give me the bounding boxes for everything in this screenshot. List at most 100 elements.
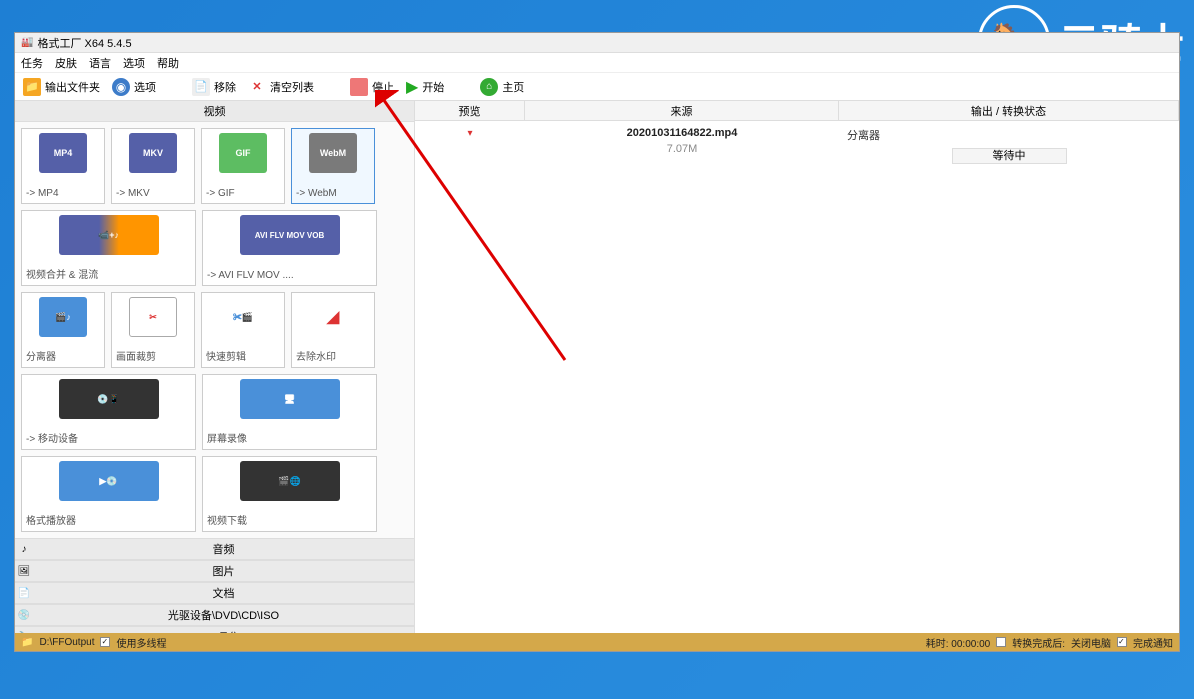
format-mp4[interactable]: MP4 -> MP4: [21, 128, 105, 204]
merge-icon: 📹+♪: [59, 215, 159, 255]
stop-label: 停止: [372, 79, 394, 95]
menu-bar: 任务 皮肤 语言 选项 帮助: [15, 53, 1179, 73]
doc-cat-icon: 📄: [15, 588, 33, 599]
category-image[interactable]: 🖼图片: [15, 560, 414, 582]
queue-rows: ▾ 20201031164822.mp4 7.07M 分离器 等待中: [415, 121, 1179, 633]
title-bar[interactable]: 🏭 格式工厂 X64 5.4.5: [15, 33, 1179, 53]
queue-column-headers: 预览 来源 输出 / 转换状态: [415, 101, 1179, 121]
image-icon: 🖼: [15, 566, 33, 577]
multithread-label: 使用多线程: [116, 635, 166, 650]
category-audio[interactable]: ♪音频: [15, 538, 414, 560]
cell-preview: ▾: [415, 125, 525, 165]
stop-button[interactable]: 停止: [346, 76, 398, 98]
status-bar: 📁 D:\FFOutput 使用多线程 耗时: 00:00:00 转换完成后: …: [15, 633, 1179, 651]
format-merge[interactable]: 📹+♪ 视频合并 & 混流: [21, 210, 196, 286]
webm-icon: WebM: [309, 133, 357, 173]
home-label: 主页: [502, 79, 524, 95]
category-document[interactable]: 📄文档: [15, 582, 414, 604]
app-icon: 🏭: [21, 37, 33, 48]
remove-label: 移除: [214, 79, 236, 95]
format-player[interactable]: ▶💿 格式播放器: [21, 456, 196, 532]
document-icon: 📄: [192, 78, 210, 96]
options-label: 选项: [134, 79, 156, 95]
disc-icon: 💿: [15, 610, 33, 621]
output-path[interactable]: D:\FFOutput: [39, 637, 94, 648]
format-grid: MP4 -> MP4 MKV -> MKV GIF -> GIF WebM ->…: [15, 122, 414, 538]
separator-icon: 🎬♪: [39, 297, 87, 337]
output-task: 分离器: [841, 127, 1177, 143]
menu-help[interactable]: 帮助: [157, 55, 179, 71]
stop-icon: [350, 78, 368, 96]
menu-options[interactable]: 选项: [123, 55, 145, 71]
after-done-value: 关闭电脑: [1071, 635, 1111, 650]
format-webm[interactable]: WebM -> WebM: [291, 128, 375, 204]
home-icon: ⌂: [480, 78, 498, 96]
mkv-icon: MKV: [129, 133, 177, 173]
format-screen-record[interactable]: 🖥 屏幕录像: [202, 374, 377, 450]
output-status: 等待中: [952, 148, 1067, 164]
cell-output: 分离器 等待中: [839, 125, 1179, 165]
format-remove-watermark[interactable]: ◢ 去除水印: [291, 292, 375, 368]
source-filesize: 7.07M: [527, 143, 837, 155]
main-content: 视频 MP4 -> MP4 MKV -> MKV GIF -> GIF WebM…: [15, 101, 1179, 633]
format-gif[interactable]: GIF -> GIF: [201, 128, 285, 204]
window-title: 格式工厂 X64 5.4.5: [37, 35, 131, 51]
format-download[interactable]: 🎬🌐 视频下载: [202, 456, 377, 532]
col-preview[interactable]: 预览: [415, 101, 525, 120]
multithread-checkbox[interactable]: [100, 637, 110, 647]
folder-icon: 📁: [23, 78, 41, 96]
output-folder-label: 输出文件夹: [45, 79, 100, 95]
menu-task[interactable]: 任务: [21, 55, 43, 71]
cell-source: 20201031164822.mp4 7.07M: [525, 125, 839, 165]
source-filename: 20201031164822.mp4: [527, 127, 837, 139]
left-panel: 视频 MP4 -> MP4 MKV -> MKV GIF -> GIF WebM…: [15, 101, 415, 633]
globe-icon: ◉: [112, 78, 130, 96]
clear-list-label: 清空列表: [270, 79, 314, 95]
multi-format-icon: AVI FLV MOV VOB: [240, 215, 340, 255]
download-icon: 🎬🌐: [240, 461, 340, 501]
notify-checkbox[interactable]: [1117, 637, 1127, 647]
options-button[interactable]: ◉ 选项: [108, 76, 160, 98]
gif-icon: GIF: [219, 133, 267, 173]
bottom-categories: ♪音频 🖼图片 📄文档 💿光驱设备\DVD\CD\ISO 🔧工具集: [15, 538, 414, 633]
category-tools[interactable]: 🔧工具集: [15, 626, 414, 633]
start-button[interactable]: ▶ 开始: [402, 75, 448, 99]
format-quick-edit[interactable]: ✀🎬 快速剪辑: [201, 292, 285, 368]
remove-button[interactable]: 📄 移除: [188, 76, 240, 98]
right-panel: 预览 来源 输出 / 转换状态 ▾ 20201031164822.mp4 7.0…: [415, 101, 1179, 633]
edit-icon: ✀🎬: [219, 297, 267, 337]
format-separator[interactable]: 🎬♪ 分离器: [21, 292, 105, 368]
crop-icon: ✂: [129, 297, 177, 337]
format-mobile[interactable]: 💿📱 -> 移动设备: [21, 374, 196, 450]
format-mkv[interactable]: MKV -> MKV: [111, 128, 195, 204]
start-label: 开始: [422, 79, 444, 95]
after-done-checkbox[interactable]: [996, 637, 1006, 647]
col-source[interactable]: 来源: [525, 101, 839, 120]
category-video-header[interactable]: 视频: [15, 101, 414, 122]
clear-list-button[interactable]: ✕ 清空列表: [244, 76, 318, 98]
elapsed-time: 耗时: 00:00:00: [926, 635, 990, 650]
audio-icon: ♪: [15, 544, 33, 555]
format-avi-flv-mov[interactable]: AVI FLV MOV VOB -> AVI FLV MOV ....: [202, 210, 377, 286]
app-window: 🏭 格式工厂 X64 5.4.5 任务 皮肤 语言 选项 帮助 📁 输出文件夹 …: [14, 32, 1180, 652]
red-triangle-icon: ▾: [467, 128, 472, 139]
x-icon: ✕: [248, 78, 266, 96]
folder-status-icon: 📁: [21, 637, 33, 648]
col-output[interactable]: 输出 / 转换状态: [839, 101, 1179, 120]
screen-record-icon: 🖥: [240, 379, 340, 419]
play-icon: ▶: [406, 77, 418, 97]
category-disc[interactable]: 💿光驱设备\DVD\CD\ISO: [15, 604, 414, 626]
output-folder-button[interactable]: 📁 输出文件夹: [19, 76, 104, 98]
format-crop[interactable]: ✂ 画面裁剪: [111, 292, 195, 368]
notify-label: 完成通知: [1133, 635, 1173, 650]
mobile-icon: 💿📱: [59, 379, 159, 419]
home-button[interactable]: ⌂ 主页: [476, 76, 528, 98]
queue-row[interactable]: ▾ 20201031164822.mp4 7.07M 分离器 等待中: [415, 121, 1179, 169]
eraser-icon: ◢: [309, 297, 357, 337]
menu-language[interactable]: 语言: [89, 55, 111, 71]
menu-skin[interactable]: 皮肤: [55, 55, 77, 71]
player-icon: ▶💿: [59, 461, 159, 501]
after-done-label: 转换完成后:: [1012, 635, 1065, 650]
mp4-icon: MP4: [39, 133, 87, 173]
toolbar: 📁 输出文件夹 ◉ 选项 📄 移除 ✕ 清空列表 停止 ▶ 开始 ⌂ 主页: [15, 73, 1179, 101]
